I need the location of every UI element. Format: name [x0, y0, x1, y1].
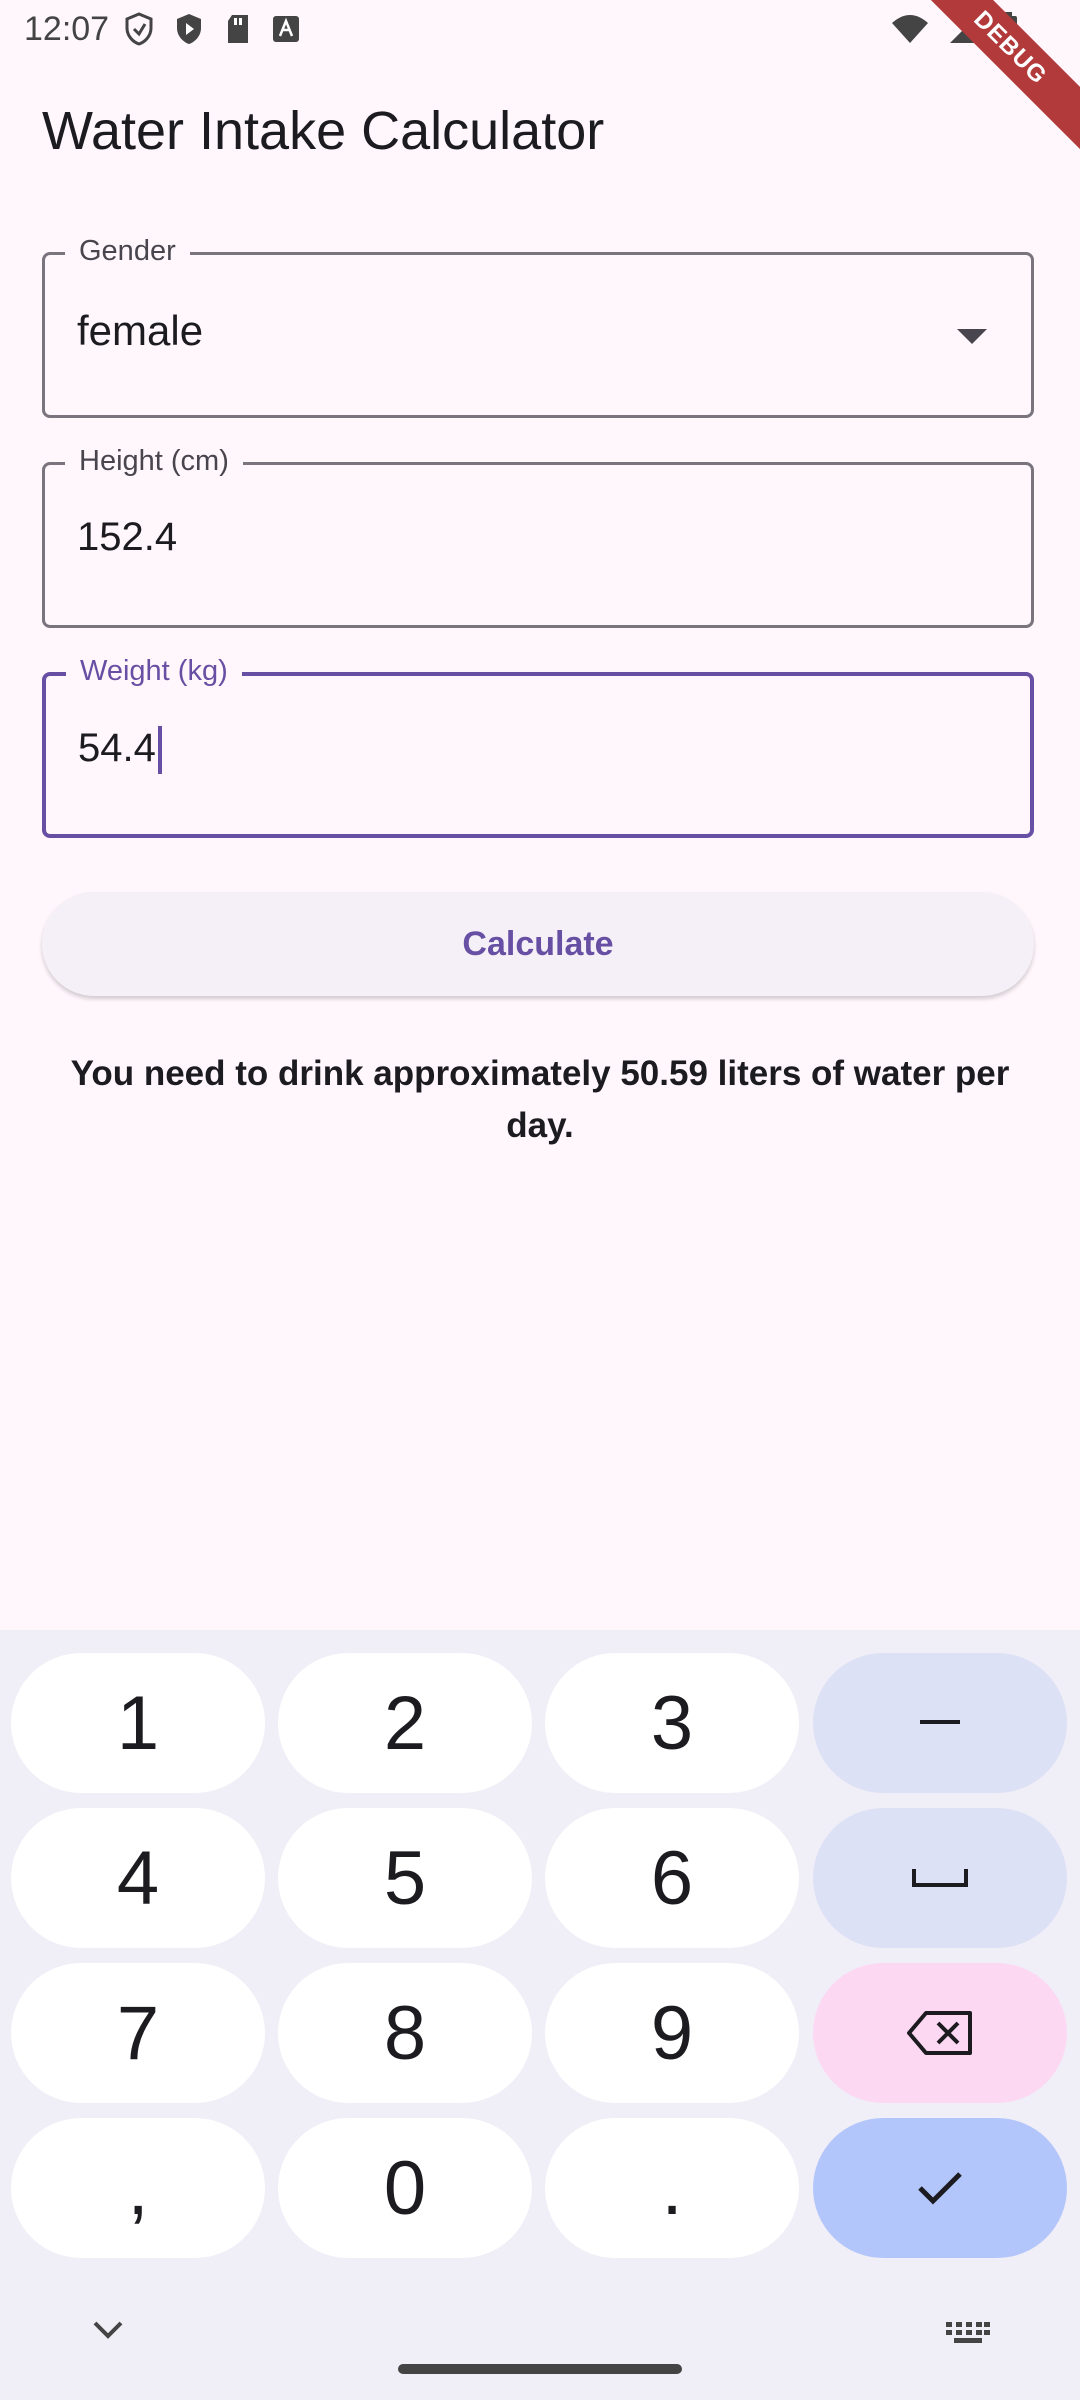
- key-1[interactable]: 1: [11, 1653, 265, 1793]
- space-icon: [912, 1869, 968, 1887]
- weight-value: 54.4: [78, 726, 156, 770]
- home-indicator[interactable]: [398, 2364, 682, 2374]
- key-comma[interactable]: ,: [11, 2118, 265, 2258]
- gender-label: Gender: [65, 235, 190, 268]
- numeric-keyboard: 1 2 3 4 5 6 7 8 9 , 0 .: [0, 1630, 1080, 2400]
- status-bar: 12:07 DEBUG: [0, 0, 1080, 163]
- weight-value-wrap: 54.4: [78, 726, 162, 775]
- key-6[interactable]: 6: [545, 1808, 799, 1948]
- shield-icon: [124, 12, 154, 51]
- height-value: 152.4: [77, 515, 178, 559]
- key-space[interactable]: [813, 1808, 1067, 1948]
- keyboard-icon: [946, 2322, 990, 2343]
- height-label: Height (cm): [65, 445, 243, 478]
- play-protect-icon: [174, 12, 204, 51]
- font-icon: [272, 15, 300, 48]
- chevron-down-icon: [93, 2321, 123, 2339]
- sd-card-icon: [224, 13, 252, 50]
- wifi-icon: [890, 13, 930, 50]
- weight-field[interactable]: Weight (kg) 54.4: [42, 655, 1034, 838]
- gender-value: female: [77, 307, 204, 354]
- hide-keyboard-button[interactable]: [92, 2320, 124, 2345]
- result-text: You need to drink approximately 50.59 li…: [70, 1054, 1010, 1145]
- keyboard-switch-button[interactable]: [946, 2322, 990, 2349]
- key-4[interactable]: 4: [11, 1808, 265, 1948]
- key-done[interactable]: [813, 2118, 1067, 2258]
- weight-label: Weight (kg): [66, 655, 242, 688]
- key-0[interactable]: 0: [278, 2118, 532, 2258]
- key-backspace[interactable]: [813, 1963, 1067, 2103]
- minus-icon: [920, 1720, 960, 1724]
- key-2[interactable]: 2: [278, 1653, 532, 1793]
- key-8[interactable]: 8: [278, 1963, 532, 2103]
- calculate-button[interactable]: Calculate: [42, 892, 1034, 996]
- page-title: Water Intake Calculator: [42, 101, 605, 161]
- dropdown-arrow-icon: [957, 329, 987, 344]
- status-time: 12:07: [24, 10, 110, 48]
- key-3[interactable]: 3: [545, 1653, 799, 1793]
- key-9[interactable]: 9: [545, 1963, 799, 2103]
- check-icon: [918, 2172, 962, 2205]
- key-7[interactable]: 7: [11, 1963, 265, 2103]
- height-field[interactable]: Height (cm) 152.4: [42, 445, 1034, 628]
- key-period[interactable]: .: [545, 2118, 799, 2258]
- text-cursor: [157, 726, 162, 775]
- key-minus[interactable]: [813, 1653, 1067, 1793]
- key-5[interactable]: 5: [278, 1808, 532, 1948]
- backspace-icon: [907, 2011, 972, 2055]
- gender-dropdown[interactable]: Gender female: [42, 235, 1034, 418]
- status-icons-left: [124, 12, 300, 51]
